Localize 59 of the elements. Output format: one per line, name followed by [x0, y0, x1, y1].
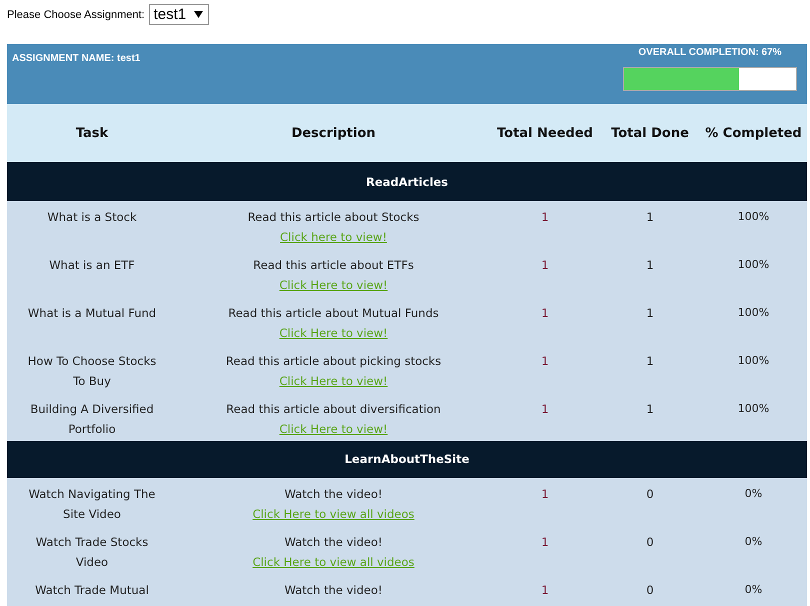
- total-needed: 1: [541, 305, 549, 322]
- percent-completed: 0%: [744, 534, 762, 550]
- column-header: % Completed: [705, 126, 802, 140]
- completion-label: OVERALL COMPLETION: 67%: [638, 47, 782, 58]
- view-link[interactable]: Click Here to view all videos: [252, 552, 414, 572]
- section-header: LearnAboutTheSite: [7, 441, 807, 478]
- caret-icon: [194, 11, 204, 18]
- task-description: Watch the video!: [284, 534, 382, 551]
- total-done: 1: [646, 209, 654, 226]
- column-header: Task: [76, 126, 108, 140]
- view-link[interactable]: Click here to view!: [280, 227, 387, 247]
- view-link[interactable]: Click Here to view!: [279, 419, 388, 439]
- view-link[interactable]: Click Here to view!: [279, 323, 388, 343]
- view-link[interactable]: Click Here to view all videos: [252, 504, 414, 524]
- total-done: 0: [646, 582, 654, 599]
- assignment-name: ASSIGNMENT NAME: test1: [11, 52, 140, 64]
- column-header: Total Needed: [497, 126, 593, 140]
- percent-completed: 100%: [738, 353, 770, 369]
- percent-completed: 100%: [738, 401, 770, 417]
- total-needed: 1: [541, 582, 549, 599]
- percent-completed: 100%: [738, 305, 770, 321]
- task-description: Read this article about diversification: [226, 401, 441, 418]
- section-header: ReadArticles: [7, 164, 807, 201]
- task-name: Building A Diversified Portfolio: [29, 401, 155, 438]
- total-done: 1: [646, 353, 654, 370]
- percent-completed: 0%: [744, 486, 762, 502]
- task-description: Read this article about Mutual Funds: [228, 305, 439, 322]
- assignment-dropdown[interactable]: test1: [148, 4, 210, 25]
- total-done: 1: [646, 305, 654, 322]
- total-needed: 1: [541, 534, 549, 551]
- total-needed: 1: [541, 257, 549, 274]
- task-name: What is a Mutual Fund: [28, 305, 156, 322]
- assignment-label: Please Choose Assignment:: [7, 8, 145, 20]
- task-description: Watch the video!: [284, 582, 382, 599]
- total-done: 1: [646, 401, 654, 418]
- task-name: How To Choose Stocks To Buy: [26, 353, 158, 390]
- total-needed: 1: [541, 209, 549, 226]
- column-header: Description: [291, 126, 376, 140]
- percent-completed: 0%: [744, 582, 762, 598]
- view-link[interactable]: Click Here to view!: [279, 371, 388, 391]
- task-name: Watch Navigating The Site Video: [28, 486, 156, 523]
- total-needed: 1: [541, 401, 549, 418]
- view-link[interactable]: Click Here to view!: [279, 275, 388, 295]
- task-name: Watch Trade Mutual: [35, 582, 149, 599]
- percent-completed: 100%: [738, 257, 770, 273]
- total-needed: 1: [541, 353, 549, 370]
- task-description: Read this article about ETFs: [253, 257, 414, 274]
- total-needed: 1: [541, 486, 549, 503]
- percent-completed: 100%: [738, 209, 770, 225]
- task-name: Watch Trade Stocks Video: [34, 534, 150, 571]
- task-description: Read this article about Stocks: [248, 209, 420, 226]
- task-name: What is a Stock: [47, 209, 137, 226]
- task-description: Watch the video!: [284, 486, 382, 503]
- task-name: What is an ETF: [49, 257, 135, 274]
- total-done: 0: [646, 486, 654, 503]
- total-done: 1: [646, 257, 654, 274]
- column-header: Total Done: [611, 126, 689, 140]
- total-done: 0: [646, 534, 654, 551]
- task-description: Read this article about picking stocks: [226, 353, 442, 370]
